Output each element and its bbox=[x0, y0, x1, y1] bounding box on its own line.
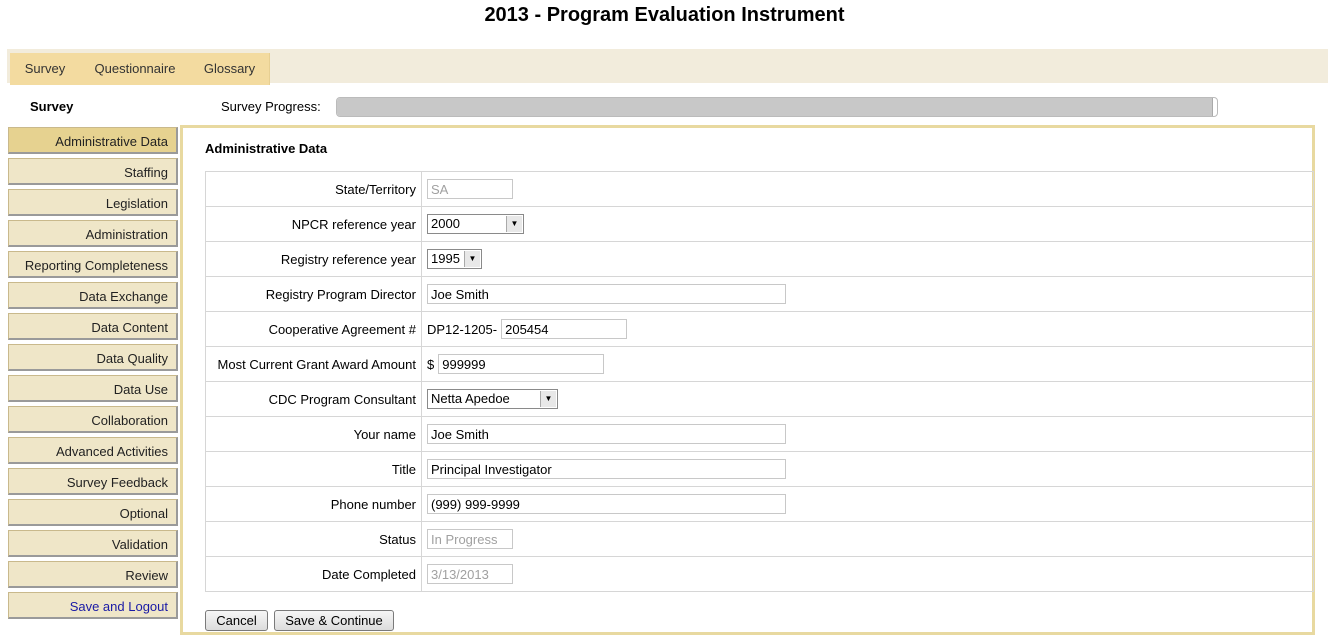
sidebar-item-validation[interactable]: Validation bbox=[8, 530, 178, 557]
form-row-registry-year: Registry reference year 1995 ▼ bbox=[205, 241, 1314, 277]
form-row-cooperative-agreement: Cooperative Agreement # DP12-1205- 205454 bbox=[205, 311, 1314, 347]
administrative-data-panel: Administrative Data State/Territory SA N… bbox=[180, 125, 1315, 635]
cancel-button[interactable]: Cancel bbox=[205, 610, 268, 631]
page-title: 2013 - Program Evaluation Instrument bbox=[484, 4, 845, 26]
field-label: State/Territory bbox=[205, 171, 422, 207]
chevron-down-icon: ▼ bbox=[506, 216, 522, 232]
sidebar-item-survey-feedback[interactable]: Survey Feedback bbox=[8, 468, 178, 495]
cdc-program-consultant-select[interactable]: Netta Apedoe ▼ bbox=[427, 389, 558, 409]
form-row-status: Status In Progress bbox=[205, 521, 1314, 557]
sidebar-item-administrative-data[interactable]: Administrative Data bbox=[8, 127, 178, 154]
save-continue-button[interactable]: Save & Continue bbox=[274, 610, 394, 631]
field-label: CDC Program Consultant bbox=[205, 381, 422, 417]
survey-progress-fill bbox=[337, 98, 1213, 116]
registry-program-director-field[interactable]: Joe Smith bbox=[427, 284, 786, 304]
field-label: Title bbox=[205, 451, 422, 487]
survey-progress-bar bbox=[336, 97, 1218, 117]
status-field: In Progress bbox=[427, 529, 513, 549]
field-label: Status bbox=[205, 521, 422, 557]
save-and-logout-link[interactable]: Save and Logout bbox=[8, 592, 178, 619]
survey-progress-label: Survey Progress: bbox=[221, 99, 321, 114]
currency-prefix: $ bbox=[427, 356, 435, 372]
chevron-down-icon: ▼ bbox=[540, 391, 556, 407]
sidebar-item-administration[interactable]: Administration bbox=[8, 220, 178, 247]
sidebar-item-data-use[interactable]: Data Use bbox=[8, 375, 178, 402]
form-title: Administrative Data bbox=[205, 141, 328, 156]
sidebar-item-data-content[interactable]: Data Content bbox=[8, 313, 178, 340]
form-row-director: Registry Program Director Joe Smith bbox=[205, 276, 1314, 312]
form-row-consultant: CDC Program Consultant Netta Apedoe ▼ bbox=[205, 381, 1314, 417]
state-territory-field: SA bbox=[427, 179, 513, 199]
survey-section-heading: Survey bbox=[30, 99, 74, 114]
tab-survey[interactable]: Survey bbox=[10, 53, 81, 85]
field-label: Phone number bbox=[205, 486, 422, 522]
your-name-field[interactable]: Joe Smith bbox=[427, 424, 786, 444]
select-value: Netta Apedoe bbox=[431, 391, 510, 406]
tab-questionnaire[interactable]: Questionnaire bbox=[80, 53, 191, 85]
form-table: State/Territory SA NPCR reference year 2… bbox=[205, 171, 1314, 592]
chevron-down-icon: ▼ bbox=[464, 251, 480, 267]
form-row-npcr-year: NPCR reference year 2000 ▼ bbox=[205, 206, 1314, 242]
grant-award-amount-field[interactable]: 999999 bbox=[438, 354, 605, 374]
date-completed-field: 3/13/2013 bbox=[427, 564, 513, 584]
form-row-grant-amount: Most Current Grant Award Amount $999999 bbox=[205, 346, 1314, 382]
field-label: Registry Program Director bbox=[205, 276, 422, 312]
select-value: 2000 bbox=[431, 216, 460, 231]
sidebar-nav: Administrative Data Staffing Legislation… bbox=[8, 127, 178, 623]
top-tab-bar: Survey Questionnaire Glossary bbox=[7, 49, 1328, 85]
sidebar-item-reporting-completeness[interactable]: Reporting Completeness bbox=[8, 251, 178, 278]
phone-number-field[interactable]: (999) 999-9999 bbox=[427, 494, 786, 514]
title-field[interactable]: Principal Investigator bbox=[427, 459, 786, 479]
cooperative-agreement-field[interactable]: 205454 bbox=[501, 319, 628, 339]
tab-glossary[interactable]: Glossary bbox=[190, 53, 270, 85]
field-label: Most Current Grant Award Amount bbox=[205, 346, 422, 382]
sidebar-item-data-quality[interactable]: Data Quality bbox=[8, 344, 178, 371]
sidebar-item-legislation[interactable]: Legislation bbox=[8, 189, 178, 216]
field-label: Date Completed bbox=[205, 556, 422, 592]
sidebar-item-staffing[interactable]: Staffing bbox=[8, 158, 178, 185]
sidebar-item-advanced-activities[interactable]: Advanced Activities bbox=[8, 437, 178, 464]
form-row-phone: Phone number (999) 999-9999 bbox=[205, 486, 1314, 522]
agreement-prefix: DP12-1205- bbox=[427, 321, 498, 337]
field-label: NPCR reference year bbox=[205, 206, 422, 242]
select-value: 1995 bbox=[431, 251, 460, 266]
form-row-date-completed: Date Completed 3/13/2013 bbox=[205, 556, 1314, 592]
form-row-title: Title Principal Investigator bbox=[205, 451, 1314, 487]
sidebar-item-data-exchange[interactable]: Data Exchange bbox=[8, 282, 178, 309]
form-row-state: State/Territory SA bbox=[205, 171, 1314, 207]
field-label: Cooperative Agreement # bbox=[205, 311, 422, 347]
form-row-your-name: Your name Joe Smith bbox=[205, 416, 1314, 452]
sidebar-item-optional[interactable]: Optional bbox=[8, 499, 178, 526]
sidebar-item-collaboration[interactable]: Collaboration bbox=[8, 406, 178, 433]
field-label: Registry reference year bbox=[205, 241, 422, 277]
field-label: Your name bbox=[205, 416, 422, 452]
npcr-reference-year-select[interactable]: 2000 ▼ bbox=[427, 214, 524, 234]
sidebar-item-review[interactable]: Review bbox=[8, 561, 178, 588]
registry-reference-year-select[interactable]: 1995 ▼ bbox=[427, 249, 482, 269]
